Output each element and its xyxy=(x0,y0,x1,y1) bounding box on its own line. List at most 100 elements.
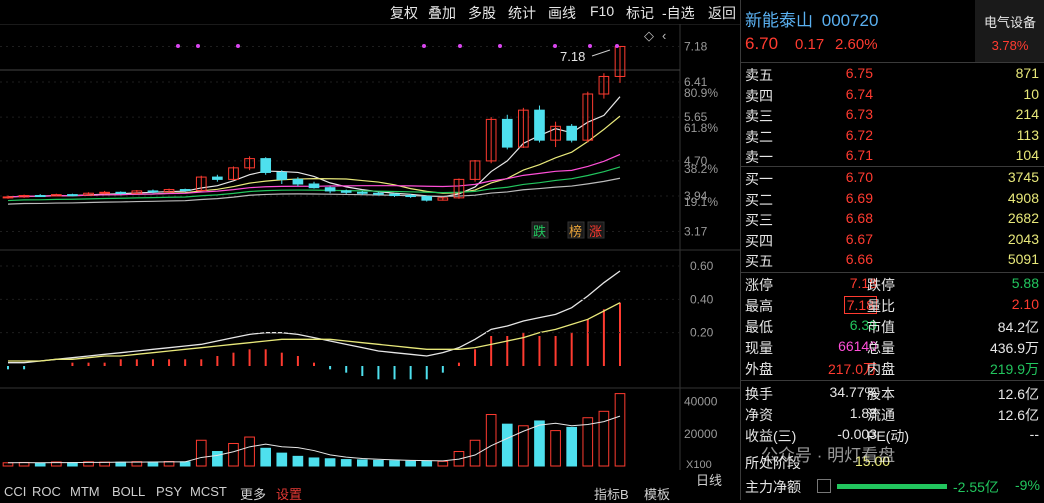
volume-bar xyxy=(421,460,433,467)
stat-row: 现量 66140 总量 436.9万 xyxy=(741,337,1044,357)
fuquan-button[interactable]: 复权 xyxy=(390,3,418,23)
bid-price: 6.66 xyxy=(845,251,873,267)
ask-label: 卖三 xyxy=(745,108,773,124)
bid-row: 买二 6.69 4908 xyxy=(741,189,1044,209)
candle-body xyxy=(308,183,320,189)
stat-row: 最低 6.39 市值 84.2亿 xyxy=(741,316,1044,336)
volume-bar xyxy=(389,460,400,467)
tab-indicator-b[interactable]: 指标B xyxy=(594,484,629,503)
overlay-button[interactable]: 叠加 xyxy=(428,3,456,23)
draw-line-button[interactable]: 画线 xyxy=(548,3,576,23)
candle-body xyxy=(212,176,223,180)
candle-body xyxy=(340,190,352,193)
event-dot xyxy=(458,44,462,48)
candle-body xyxy=(276,171,288,180)
main-flow-row: 主力净额 -2.55亿 -9% xyxy=(741,476,1044,496)
diamond-icon[interactable]: ◇ xyxy=(644,28,654,43)
candle-body xyxy=(147,190,159,193)
ask-volume: 871 xyxy=(1015,65,1039,81)
bid-volume: 3745 xyxy=(1007,169,1039,185)
volume-bar xyxy=(501,423,513,467)
flow-toggle-icon[interactable] xyxy=(817,479,831,493)
fund-label-2: 股本 xyxy=(867,386,895,402)
fund-value-2: 12.6亿 xyxy=(997,386,1039,402)
tab-more[interactable]: 更多 xyxy=(240,484,266,503)
candle-body xyxy=(324,187,336,192)
flow-bar xyxy=(837,484,947,489)
candle-body xyxy=(292,178,304,185)
stat-label: 外盘 xyxy=(745,361,773,377)
volume-bar xyxy=(115,461,127,467)
tab-settings[interactable]: 设置 xyxy=(276,484,302,503)
stat-label-2: 总量 xyxy=(867,340,895,356)
fib-pct-label: 19.1% xyxy=(684,195,718,209)
statistics-button[interactable]: 统计 xyxy=(508,3,536,23)
add-watchlist-button[interactable]: -自选 xyxy=(662,3,695,23)
fund-label-2: 流通 xyxy=(867,407,895,423)
volume-bar xyxy=(276,452,288,467)
bid-row: 买五 6.66 5091 xyxy=(741,250,1044,270)
event-dot xyxy=(498,44,502,48)
main-flow-pct: -9% xyxy=(1015,477,1040,493)
candle-body xyxy=(2,196,14,199)
stat-value-2: 84.2亿 xyxy=(997,319,1039,335)
day-line-label[interactable]: 日线 xyxy=(696,470,722,489)
volume-bar xyxy=(534,420,545,467)
bid-volume: 2043 xyxy=(1007,230,1039,247)
volume-bar xyxy=(356,459,368,467)
main-flow-value: -2.55亿 xyxy=(953,479,999,495)
ask-price: 6.71 xyxy=(845,147,873,163)
tab-roc[interactable]: ROC xyxy=(32,484,61,499)
stat-row: 外盘 217.0万 内盘 219.9万 xyxy=(741,358,1044,378)
ask-price: 6.74 xyxy=(845,85,873,102)
signal-label: 涨 xyxy=(589,224,602,239)
f10-button[interactable]: F10 xyxy=(590,3,614,19)
tab-boll[interactable]: BOLL xyxy=(112,484,145,499)
tab-cci[interactable]: CCI xyxy=(4,484,26,499)
stat-label-2: 市值 xyxy=(867,319,895,335)
fund-row: 换手 34.77% 股本 12.6亿 xyxy=(741,383,1044,403)
chevron-left-icon[interactable]: ‹ xyxy=(662,28,666,43)
dif-line xyxy=(8,270,621,364)
back-button[interactable]: 返回 xyxy=(708,3,736,23)
stat-value-2: 2.10 xyxy=(1011,296,1039,312)
stat-label-2: 内盘 xyxy=(867,361,895,377)
sector-box[interactable]: 电气设备 3.78% xyxy=(975,0,1044,62)
candle-body xyxy=(356,191,368,194)
volume-bar xyxy=(405,460,416,467)
event-dot xyxy=(422,44,426,48)
signal-label: 榜 xyxy=(569,224,582,239)
stat-row: 最高 7.18 量比 2.10 xyxy=(741,295,1044,315)
candle-body xyxy=(421,195,433,201)
event-dot xyxy=(588,44,592,48)
stock-name: 新能泰山 xyxy=(745,11,813,30)
ask-row: 卖五 6.75 871 xyxy=(741,64,1044,84)
stat-label: 涨停 xyxy=(745,277,773,293)
candle-body xyxy=(373,192,384,195)
ask-row: 卖四 6.74 10 xyxy=(741,85,1044,105)
bid-price: 6.70 xyxy=(845,169,873,185)
tab-mtm[interactable]: MTM xyxy=(70,484,100,499)
mark-button[interactable]: 标记 xyxy=(626,3,654,23)
volume-bar xyxy=(340,459,352,467)
bid-price: 6.68 xyxy=(845,210,873,226)
ask-volume: 10 xyxy=(1023,85,1039,102)
stat-label: 最高 xyxy=(745,298,773,314)
volume-bar xyxy=(518,425,529,467)
volume-bar xyxy=(308,457,320,467)
ask-label: 卖四 xyxy=(745,87,773,104)
kline-chart[interactable]: 7.186.415.654.703.943.17 80.9%61.8%38.2%… xyxy=(0,24,740,470)
tab-template[interactable]: 模板 xyxy=(644,484,670,503)
ask-label: 卖二 xyxy=(745,128,773,145)
fib-pct-label: 80.9% xyxy=(684,86,718,100)
volume-bar xyxy=(179,461,191,467)
volume-bar xyxy=(195,439,207,467)
volume-bar xyxy=(566,426,578,467)
tab-mcst[interactable]: MCST xyxy=(190,484,227,499)
ask-price: 6.73 xyxy=(845,106,873,122)
bid-volume: 5091 xyxy=(1007,251,1039,267)
tab-psy[interactable]: PSY xyxy=(156,484,182,499)
volume-unit-label: X100 xyxy=(686,459,712,470)
multi-stock-button[interactable]: 多股 xyxy=(468,3,496,23)
volume-bar xyxy=(244,436,255,467)
